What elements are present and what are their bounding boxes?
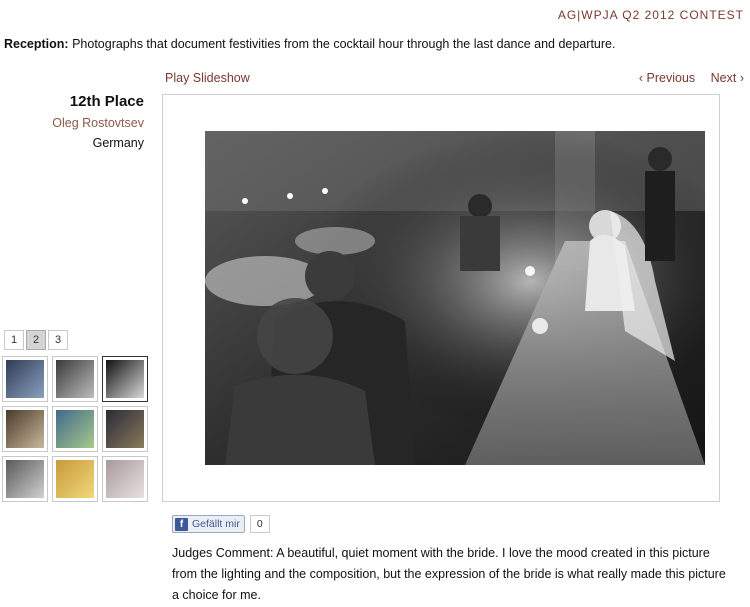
category-label: Reception: bbox=[4, 37, 69, 51]
thumbnail-2[interactable] bbox=[52, 356, 98, 402]
entry-info: 12th Place Oleg Rostovtsev Germany bbox=[0, 92, 144, 153]
thumbnail-4[interactable] bbox=[2, 406, 48, 452]
photo-navigation: ‹ Previous Next › bbox=[639, 71, 744, 85]
thumbnail-pager: 123 bbox=[4, 330, 68, 350]
thumbnail-1[interactable] bbox=[2, 356, 48, 402]
judges-comment: Judges Comment: A beautiful, quiet momen… bbox=[172, 546, 726, 602]
thumbnail-9[interactable] bbox=[102, 456, 148, 502]
thumbnail-photo bbox=[56, 360, 94, 398]
facebook-like-button[interactable]: f Gefällt mir bbox=[172, 515, 245, 533]
thumbnail-grid bbox=[2, 356, 150, 502]
thumbnail-photo bbox=[56, 460, 94, 498]
category-description: Reception: Photographs that document fes… bbox=[4, 37, 615, 51]
thumbnail-8[interactable] bbox=[52, 456, 98, 502]
wedding-reception-photo[interactable] bbox=[205, 131, 705, 465]
photographer-link[interactable]: Oleg Rostovtsev bbox=[0, 113, 144, 133]
like-count: 0 bbox=[249, 515, 270, 533]
next-link[interactable]: Next › bbox=[711, 71, 744, 85]
facebook-icon: f bbox=[175, 517, 188, 531]
thumbnail-photo bbox=[106, 360, 144, 398]
thumbnail-photo bbox=[106, 410, 144, 448]
thumbnail-7[interactable] bbox=[2, 456, 48, 502]
photo-frame bbox=[162, 94, 720, 502]
thumbnail-photo bbox=[6, 360, 44, 398]
page-1-button[interactable]: 1 bbox=[4, 330, 24, 350]
page-2-button[interactable]: 2 bbox=[26, 330, 46, 350]
country: Germany bbox=[92, 136, 144, 150]
category-text: Photographs that document festivities fr… bbox=[72, 37, 616, 51]
thumbnail-photo bbox=[6, 460, 44, 498]
place-ranking: 12th Place bbox=[69, 93, 144, 110]
facebook-like-widget: f Gefällt mir 0 bbox=[172, 515, 270, 533]
previous-link[interactable]: ‹ Previous bbox=[639, 71, 695, 85]
photo-image bbox=[205, 131, 705, 465]
like-label: Gefällt mir bbox=[192, 518, 240, 530]
thumbnail-5[interactable] bbox=[52, 406, 98, 452]
thumbnail-photo bbox=[106, 460, 144, 498]
thumbnail-6[interactable] bbox=[102, 406, 148, 452]
thumbnail-photo bbox=[6, 410, 44, 448]
thumbnail-photo bbox=[56, 410, 94, 448]
thumbnail-3[interactable] bbox=[102, 356, 148, 402]
page-3-button[interactable]: 3 bbox=[48, 330, 68, 350]
contest-title: AG|WPJA Q2 2012 CONTEST bbox=[557, 8, 744, 22]
play-slideshow-link[interactable]: Play Slideshow bbox=[165, 71, 250, 85]
